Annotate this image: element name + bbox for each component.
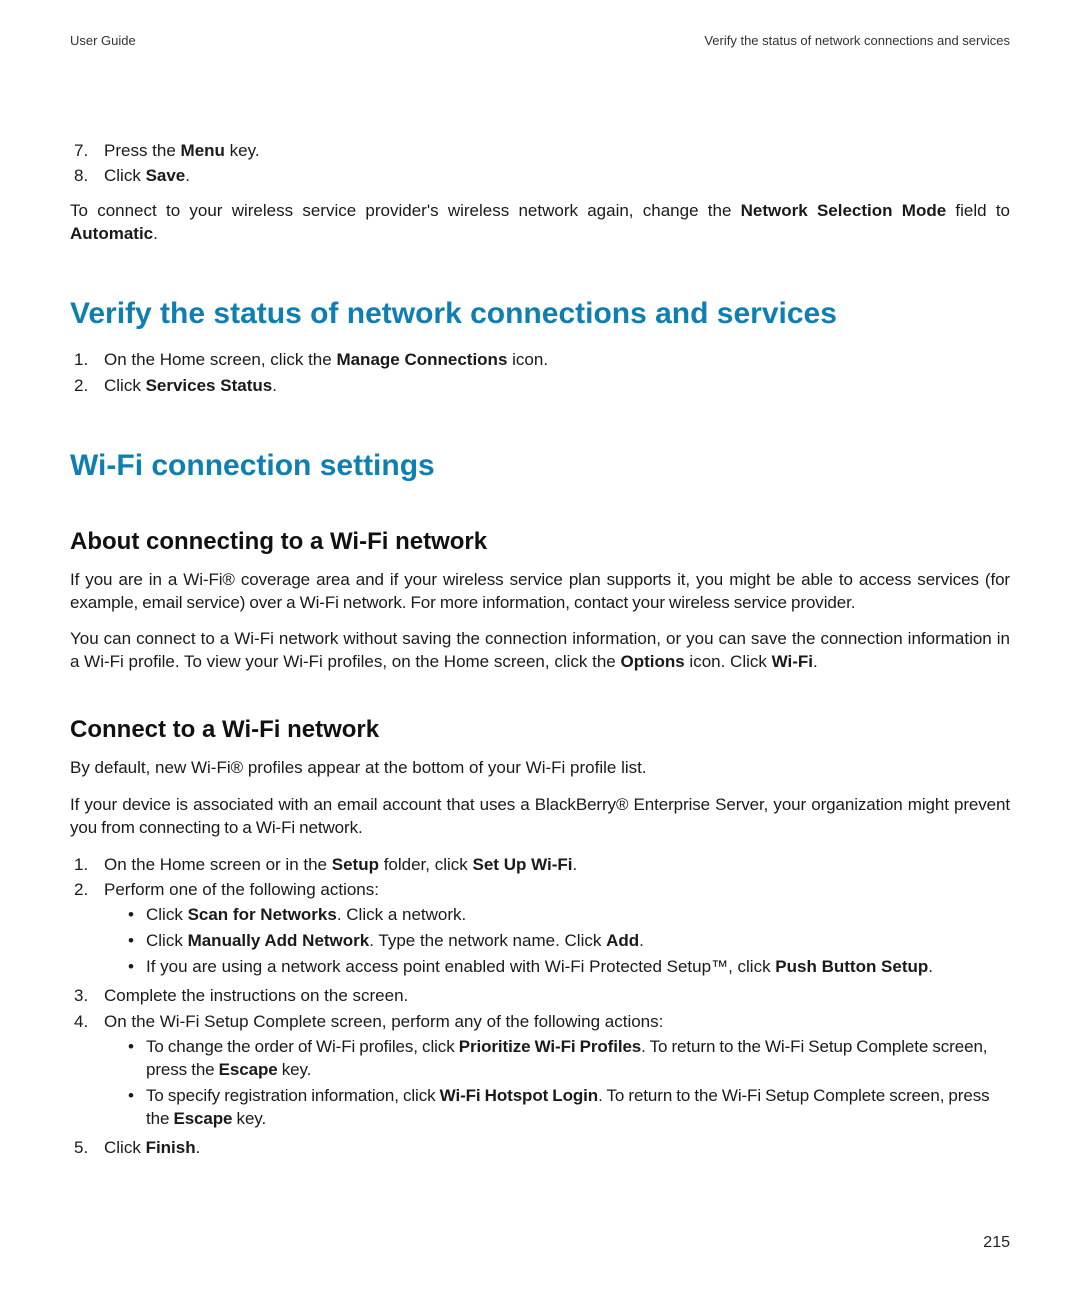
- list-text: On the Home screen or in the Setup folde…: [104, 854, 1010, 877]
- list-number: 7.: [70, 140, 104, 163]
- top-note: To connect to your wireless service prov…: [70, 200, 1010, 246]
- list-item: 5. Click Finish.: [70, 1137, 1010, 1160]
- list-item: 1. On the Home screen or in the Setup fo…: [70, 854, 1010, 877]
- page-header: User Guide Verify the status of network …: [70, 32, 1010, 50]
- bullet-text: If you are using a network access point …: [146, 956, 933, 979]
- subheading-about-wifi: About connecting to a Wi-Fi network: [70, 526, 1010, 558]
- bullet-item: To change the order of Wi-Fi profiles, c…: [128, 1036, 1010, 1082]
- list-text: Click Finish.: [104, 1137, 1010, 1160]
- subheading-connect-wifi: Connect to a Wi-Fi network: [70, 714, 1010, 746]
- bullet-item: Click Manually Add Network. Type the net…: [128, 930, 1010, 953]
- bullet-item: If you are using a network access point …: [128, 956, 1010, 979]
- heading-verify-status: Verify the status of network connections…: [70, 294, 1010, 335]
- top-list: 7. Press the Menu key. 8. Click Save.: [70, 140, 1010, 189]
- list-item: 4. On the Wi-Fi Setup Complete screen, p…: [70, 1011, 1010, 1134]
- connect-paragraph-2: If your device is associated with an ema…: [70, 794, 1010, 840]
- bullet-item: To specify registration information, cli…: [128, 1085, 1010, 1131]
- list-item: 7. Press the Menu key.: [70, 140, 1010, 163]
- list-number: 5.: [70, 1137, 104, 1160]
- list-number: 1.: [70, 854, 104, 877]
- list-number: 1.: [70, 349, 104, 372]
- connect-paragraph-1: By default, new Wi-Fi® profiles appear a…: [70, 757, 1010, 780]
- page: User Guide Verify the status of network …: [0, 0, 1080, 1296]
- list-number: 3.: [70, 985, 104, 1008]
- list-number: 2.: [70, 879, 104, 982]
- list-number: 2.: [70, 375, 104, 398]
- header-right: Verify the status of network connections…: [704, 32, 1010, 50]
- bullet-list: Click Scan for Networks. Click a network…: [128, 904, 1010, 979]
- heading-wifi-settings: Wi-Fi connection settings: [70, 446, 1010, 487]
- list-item: 1. On the Home screen, click the Manage …: [70, 349, 1010, 372]
- list-text: Click Services Status.: [104, 375, 1010, 398]
- bullet-text: Click Manually Add Network. Type the net…: [146, 930, 644, 953]
- list-number: 4.: [70, 1011, 104, 1134]
- list-item: 2. Perform one of the following actions:…: [70, 879, 1010, 982]
- list-text: Complete the instructions on the screen.: [104, 985, 1010, 1008]
- verify-list: 1. On the Home screen, click the Manage …: [70, 349, 1010, 398]
- list-text: On the Home screen, click the Manage Con…: [104, 349, 1010, 372]
- list-text: Perform one of the following actions: Cl…: [104, 879, 1010, 982]
- list-item: 8. Click Save.: [70, 165, 1010, 188]
- about-paragraph-2: You can connect to a Wi-Fi network witho…: [70, 628, 1010, 674]
- list-text: Click Save.: [104, 165, 1010, 188]
- bullet-text: Click Scan for Networks. Click a network…: [146, 904, 466, 927]
- list-item: 3. Complete the instructions on the scre…: [70, 985, 1010, 1008]
- bullet-item: Click Scan for Networks. Click a network…: [128, 904, 1010, 927]
- page-number: 215: [983, 1232, 1010, 1254]
- bullet-list: To change the order of Wi-Fi profiles, c…: [128, 1036, 1010, 1131]
- list-number: 8.: [70, 165, 104, 188]
- list-text: Press the Menu key.: [104, 140, 1010, 163]
- connect-list: 1. On the Home screen or in the Setup fo…: [70, 854, 1010, 1160]
- list-item: 2. Click Services Status.: [70, 375, 1010, 398]
- list-text: On the Wi-Fi Setup Complete screen, perf…: [104, 1011, 1010, 1134]
- header-left: User Guide: [70, 32, 136, 50]
- bullet-text: To specify registration information, cli…: [146, 1085, 1010, 1131]
- about-paragraph-1: If you are in a Wi-Fi® coverage area and…: [70, 569, 1010, 615]
- bullet-text: To change the order of Wi-Fi profiles, c…: [146, 1036, 1010, 1082]
